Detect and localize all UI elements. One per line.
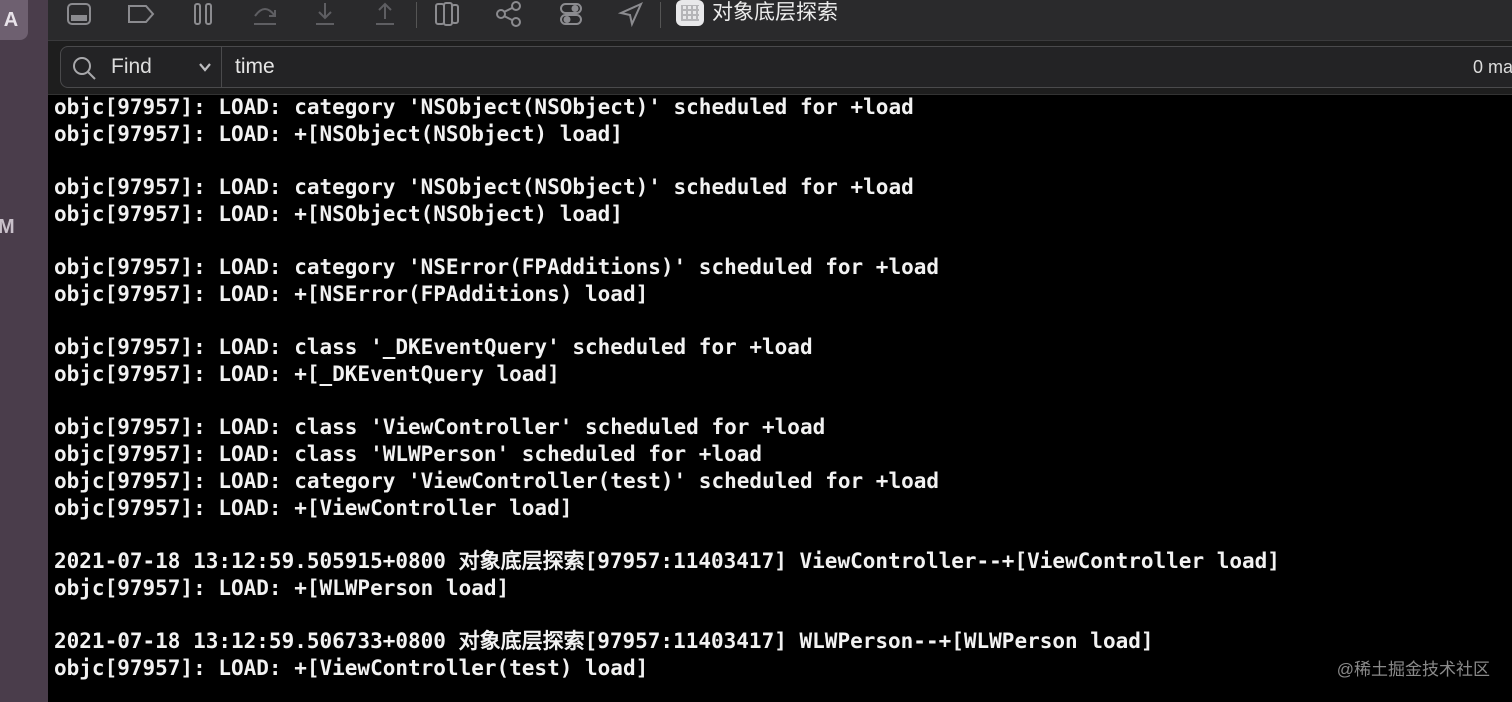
match-count: 0 matc [1473,57,1512,77]
console-line: objc[97957]: LOAD: +[_DKEventQuery load] [54,362,560,386]
step-into-icon[interactable] [310,0,340,28]
console-line: 2021-07-18 13:12:59.505915+0800 对象底层探索[9… [54,549,1280,573]
console-line: objc[97957]: LOAD: +[NSError(FPAdditions… [54,282,649,306]
console-line: objc[97957]: LOAD: class 'WLWPerson' sch… [54,442,763,466]
watermark: @稀土掘金技术社区 [1336,660,1490,679]
find-mode-dropdown[interactable]: Find [111,47,152,87]
console-find-bar: Find 0 matc [48,41,1512,95]
pause-icon[interactable] [188,0,218,28]
console-line: objc[97957]: LOAD: +[NSObject(NSObject) … [54,122,623,146]
console-line: objc[97957]: LOAD: +[WLWPerson load] [54,576,510,600]
location-icon[interactable] [616,0,646,28]
console-output[interactable]: objc[97957]: LOAD: category 'NSObject(NS… [54,94,1504,702]
chevron-down-icon[interactable] [197,60,213,74]
find-field[interactable]: Find 0 matc [60,46,1512,88]
step-over-icon[interactable] [250,0,280,28]
find-divider [221,47,222,87]
sidebar-mid-label: M [0,216,15,238]
toolbar-separator [416,2,417,28]
memory-graph-icon[interactable] [494,0,524,28]
step-out-icon[interactable] [370,0,400,28]
console-line: 2021-07-18 13:12:59.506733+0800 对象底层探索[9… [54,629,1154,653]
toolbar-separator [660,2,661,28]
left-sidebar: A M [0,0,48,702]
environment-overrides-icon[interactable] [556,0,586,28]
console-line: objc[97957]: LOAD: +[ViewController(test… [54,656,649,680]
app-target-icon[interactable] [676,0,704,26]
view-debugger-icon[interactable] [432,0,462,28]
console-line: objc[97957]: LOAD: category 'NSError(FPA… [54,255,940,279]
find-query-input[interactable] [235,47,1135,87]
panel-icon[interactable] [64,0,94,28]
sidebar-top-badge[interactable]: A [0,0,28,40]
target-name[interactable]: 对象底层探索 [712,0,838,26]
debug-toolbar: 对象底层探索 [48,0,1512,41]
console-line: objc[97957]: LOAD: class '_DKEventQuery'… [54,335,813,359]
console-line: objc[97957]: LOAD: category 'NSObject(NS… [54,95,914,119]
search-icon [73,57,96,80]
console-line: objc[97957]: LOAD: category 'ViewControl… [54,469,940,493]
console-line: objc[97957]: LOAD: category 'NSObject(NS… [54,175,914,199]
console-line: objc[97957]: LOAD: +[NSObject(NSObject) … [54,202,623,226]
console-line: objc[97957]: LOAD: +[ViewController load… [54,496,573,520]
console-line: objc[97957]: LOAD: class 'ViewController… [54,415,826,439]
tag-icon[interactable] [126,0,156,28]
